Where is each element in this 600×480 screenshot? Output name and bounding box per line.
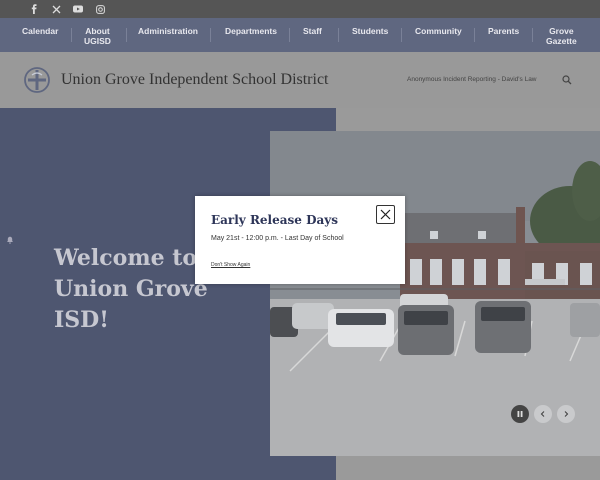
nav-staff-label: Staff — [303, 26, 322, 36]
chevron-left-icon — [540, 411, 545, 417]
nav-divider — [71, 28, 72, 42]
nav-grove-gazette[interactable]: Grove Gazette — [546, 26, 577, 46]
nav-gazette-label-line2: Gazette — [546, 36, 577, 46]
modal-close-button[interactable] — [376, 205, 395, 224]
x-icon[interactable] — [50, 3, 62, 15]
next-slide-button[interactable] — [557, 405, 575, 423]
nav-divider — [126, 28, 127, 42]
welcome-line-3: ISD! — [54, 307, 109, 333]
nav-community[interactable]: Community — [415, 26, 462, 36]
nav-administration-label: Administration — [138, 26, 198, 36]
facebook-icon[interactable] — [28, 3, 40, 15]
nav-about[interactable]: About UGISD — [84, 26, 111, 46]
pause-button[interactable] — [511, 405, 529, 423]
hero-slideshow-image — [270, 131, 600, 456]
modal-title: Early Release Days — [211, 213, 339, 227]
nav-community-label: Community — [415, 26, 462, 36]
nav-parents-label: Parents — [488, 26, 520, 36]
nav-divider — [532, 28, 533, 42]
nav-gazette-label-line1: Grove — [549, 26, 574, 36]
search-icon[interactable] — [562, 75, 572, 85]
instagram-icon[interactable] — [94, 3, 106, 15]
nav-divider — [289, 28, 290, 42]
nav-staff[interactable]: Staff — [303, 26, 322, 36]
nav-students[interactable]: Students — [352, 26, 388, 36]
previous-slide-button[interactable] — [534, 405, 552, 423]
alert-modal: Early Release Days May 21st - 12:00 p.m.… — [195, 196, 405, 284]
nav-divider — [210, 28, 211, 42]
close-icon — [380, 209, 391, 220]
nav-calendar[interactable]: Calendar — [22, 26, 58, 36]
nav-administration[interactable]: Administration — [138, 26, 198, 36]
nav-calendar-label: Calendar — [22, 26, 59, 36]
pause-icon — [517, 411, 523, 417]
chevron-right-icon — [564, 411, 569, 417]
modal-message: May 21st - 12:00 p.m. - Last Day of Scho… — [211, 235, 344, 242]
district-logo-icon[interactable] — [24, 67, 50, 93]
nav-departments[interactable]: Departments — [225, 26, 277, 36]
nav-divider — [401, 28, 402, 42]
site-title[interactable]: Union Grove Independent School District — [61, 71, 329, 89]
nav-parents[interactable]: Parents — [488, 26, 519, 36]
main-nav: Calendar About UGISD Administration Depa… — [0, 18, 600, 52]
social-bar — [0, 0, 600, 18]
dont-show-again-link[interactable]: Don't Show Again — [211, 262, 250, 268]
incident-reporting-link[interactable]: Anonymous Incident Reporting - David's L… — [407, 76, 537, 83]
nav-about-label-line1: About — [85, 26, 110, 36]
nav-departments-label: Departments — [225, 26, 277, 36]
nav-students-label: Students — [352, 26, 389, 36]
nav-divider — [474, 28, 475, 42]
school-building-photo — [270, 131, 600, 456]
site-header: Union Grove Independent School District … — [0, 52, 600, 108]
nav-about-label-line2: UGISD — [84, 36, 111, 46]
youtube-icon[interactable] — [72, 3, 84, 15]
bell-icon[interactable] — [6, 236, 14, 244]
nav-divider — [338, 28, 339, 42]
